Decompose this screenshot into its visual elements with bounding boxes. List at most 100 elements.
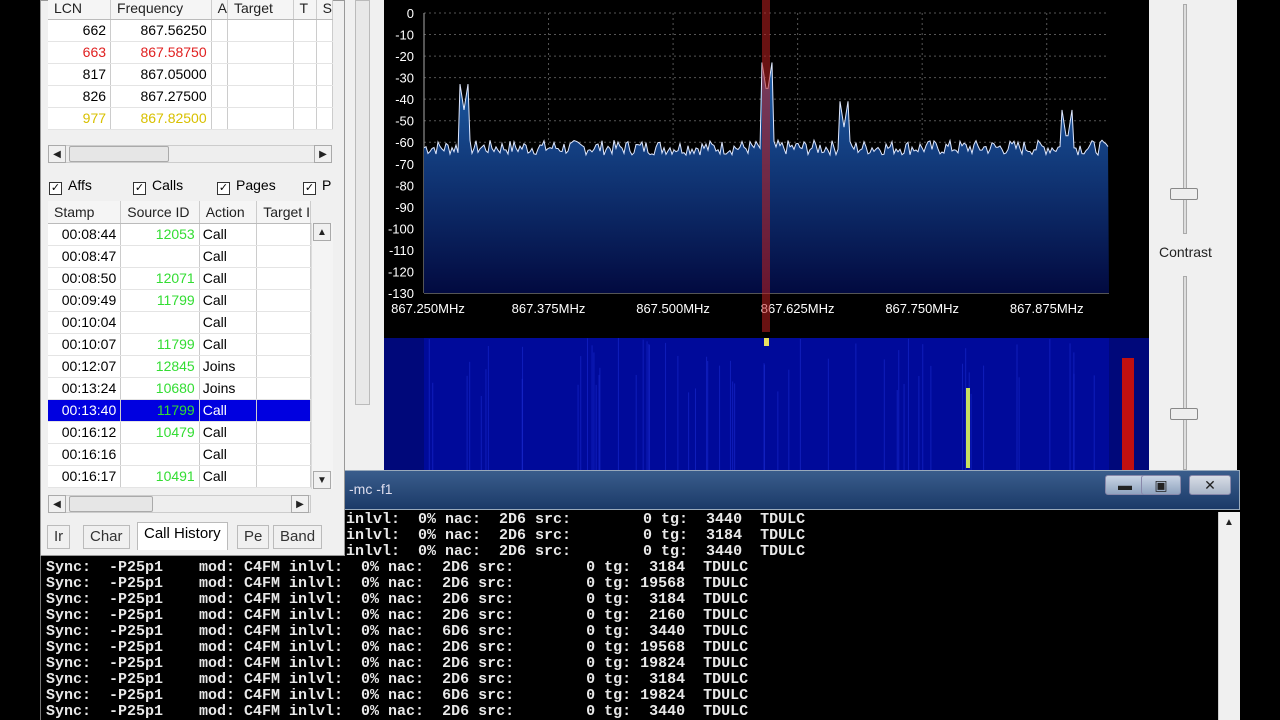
table-row[interactable]: 662 867.56250 [48,19,334,42]
stamp-cell: 00:16:17 [48,465,122,488]
stamp-cell: 00:13:24 [48,377,122,400]
column-header[interactable]: Stamp [48,201,122,224]
terminal-line: inlvl: 0% nac: 2D6 src: 0 tg: 3440 TDULC [346,512,806,528]
lcn-cell: 663 [48,41,112,64]
stamp-cell: 00:09:49 [48,289,122,312]
target-cell [256,311,311,334]
tab-char[interactable]: Char [83,525,130,549]
filter-checkbox-pages[interactable]: ✓ Pages [217,177,276,195]
empty-cell [211,107,228,130]
history-hscroll[interactable]: ◀ ▶ [48,495,311,513]
filter-checkbox-p[interactable]: ✓ P [303,177,331,195]
column-header[interactable]: A [211,0,228,20]
column-header[interactable]: Action [199,201,258,224]
scroll-thumb[interactable] [69,496,153,512]
table-row[interactable]: 00:10:04 Call [48,311,311,334]
table-row[interactable]: 817 867.05000 [48,63,334,86]
target-cell [256,333,311,356]
target-cell [256,421,311,444]
scroll-up-icon[interactable]: ▲ [313,223,331,241]
column-header[interactable]: T [293,0,317,20]
table-row[interactable]: 826 867.27500 [48,85,334,108]
waterfall-display[interactable] [384,338,1149,470]
scroll-left-icon[interactable]: ◀ [48,495,66,513]
scroll-up-icon[interactable]: ▲ [1220,514,1238,532]
empty-cell [211,19,228,42]
terminal-titlebar[interactable]: -mc -f1 ▬ ▣ ✕ [340,470,1240,510]
checkbox-icon[interactable]: ✓ [49,182,62,195]
tab-band[interactable]: Band [273,525,323,549]
table-row[interactable]: 00:13:24 10680 Joins [48,377,311,400]
table-row[interactable]: 663 867.58750 [48,41,334,64]
column-header[interactable]: Source ID [120,201,200,224]
table-row[interactable]: 00:10:07 11799 Call [48,333,311,356]
source-id-cell [120,311,200,334]
y-tick-label: -110 [389,243,414,258]
terminal-line: Sync: -P25p1 mod: C4FM inlvl: 0% nac: 6D… [46,687,749,704]
checkbox-icon[interactable]: ✓ [133,182,146,195]
terminal-line: Sync: -P25p1 mod: C4FM inlvl: 0% nac: 2D… [46,575,749,592]
terminal-scrollbar[interactable]: ▲ [1218,512,1240,720]
table-row[interactable]: 00:12:07 12845 Joins [48,355,311,378]
table-row[interactable]: 00:08:47 Call [48,245,311,268]
panel-scrollbar[interactable] [355,0,370,405]
tab-call-history[interactable]: Call History [137,522,228,550]
column-header[interactable]: S [316,0,334,20]
table-row[interactable]: 00:16:16 Call [48,443,311,466]
table-row[interactable]: 00:16:17 10491 Call [48,465,311,488]
column-header[interactable]: Target I [256,201,311,224]
empty-cell [211,85,228,108]
scroll-left-icon[interactable]: ◀ [48,145,66,163]
channel-hscroll[interactable]: ◀ ▶ [48,145,332,163]
history-table-header: Stamp Source ID Action Target I [48,201,311,224]
maximize-button[interactable]: ▣ [1141,475,1181,495]
action-cell: Call [199,289,258,312]
action-cell: Call [199,267,258,290]
source-id-cell: 10680 [120,377,200,400]
table-row[interactable]: 00:09:49 11799 Call [48,289,311,312]
table-row[interactable]: 00:16:12 10479 Call [48,421,311,444]
empty-cell [227,41,294,64]
minimize-button[interactable]: ▬ [1105,475,1145,495]
tab-ir[interactable]: Ir [47,525,71,549]
table-row[interactable]: 00:08:50 12071 Call [48,267,311,290]
lcn-cell: 817 [48,63,112,86]
history-vscroll[interactable]: ▲ ▼ [311,223,333,489]
empty-cell [316,85,334,108]
channel-table: LCN Frequency A Target T S 662 867.56250 663 867… [48,0,334,130]
filter-label: Calls [152,177,184,193]
table-row[interactable]: 00:13:40 11799 Call [48,399,311,422]
scroll-thumb[interactable] [69,146,169,162]
spectrum-display[interactable]: 0 -10 -20 -30 -40 -50 -60 -70 -80 -90 -100 -110 -120… [384,0,1149,332]
terminal-line: Sync: -P25p1 mod: C4FM inlvl: 0% nac: 2D… [46,703,749,720]
target-cell [256,377,311,400]
stamp-cell: 00:08:50 [48,267,122,290]
y-tick-label: -80 [395,178,414,193]
frequency-cell: 867.82500 [110,107,212,130]
tab-pe[interactable]: Pe [237,525,270,549]
column-header[interactable]: Target [227,0,294,20]
source-id-cell: 12845 [120,355,200,378]
action-cell: Call [199,399,258,422]
column-header[interactable]: LCN [48,0,112,20]
contrast-label: Contrast [1159,244,1212,260]
column-header[interactable]: Frequency [110,0,212,20]
level-bar [1122,358,1134,470]
table-row[interactable]: 00:08:44 12053 Call [48,223,311,246]
scroll-right-icon[interactable]: ▶ [314,145,332,163]
checkbox-icon[interactable]: ✓ [303,182,316,195]
scroll-down-icon[interactable]: ▼ [313,471,331,489]
stamp-cell: 00:16:12 [48,421,122,444]
scroll-right-icon[interactable]: ▶ [291,495,309,513]
contrast-slider-thumb[interactable] [1170,408,1198,420]
filter-checkbox-calls[interactable]: ✓ Calls [133,177,183,195]
filter-checkbox-affs[interactable]: ✓ Affs [49,177,92,195]
slider-thumb-top[interactable] [1170,188,1198,200]
checkbox-icon[interactable]: ✓ [217,182,230,195]
source-id-cell: 10479 [120,421,200,444]
close-button[interactable]: ✕ [1189,475,1231,495]
table-row[interactable]: 977 867.82500 [48,107,334,130]
action-cell: Call [199,443,258,466]
waterfall-signal [966,388,970,468]
x-tick-label: 867.500MHz [636,301,710,316]
